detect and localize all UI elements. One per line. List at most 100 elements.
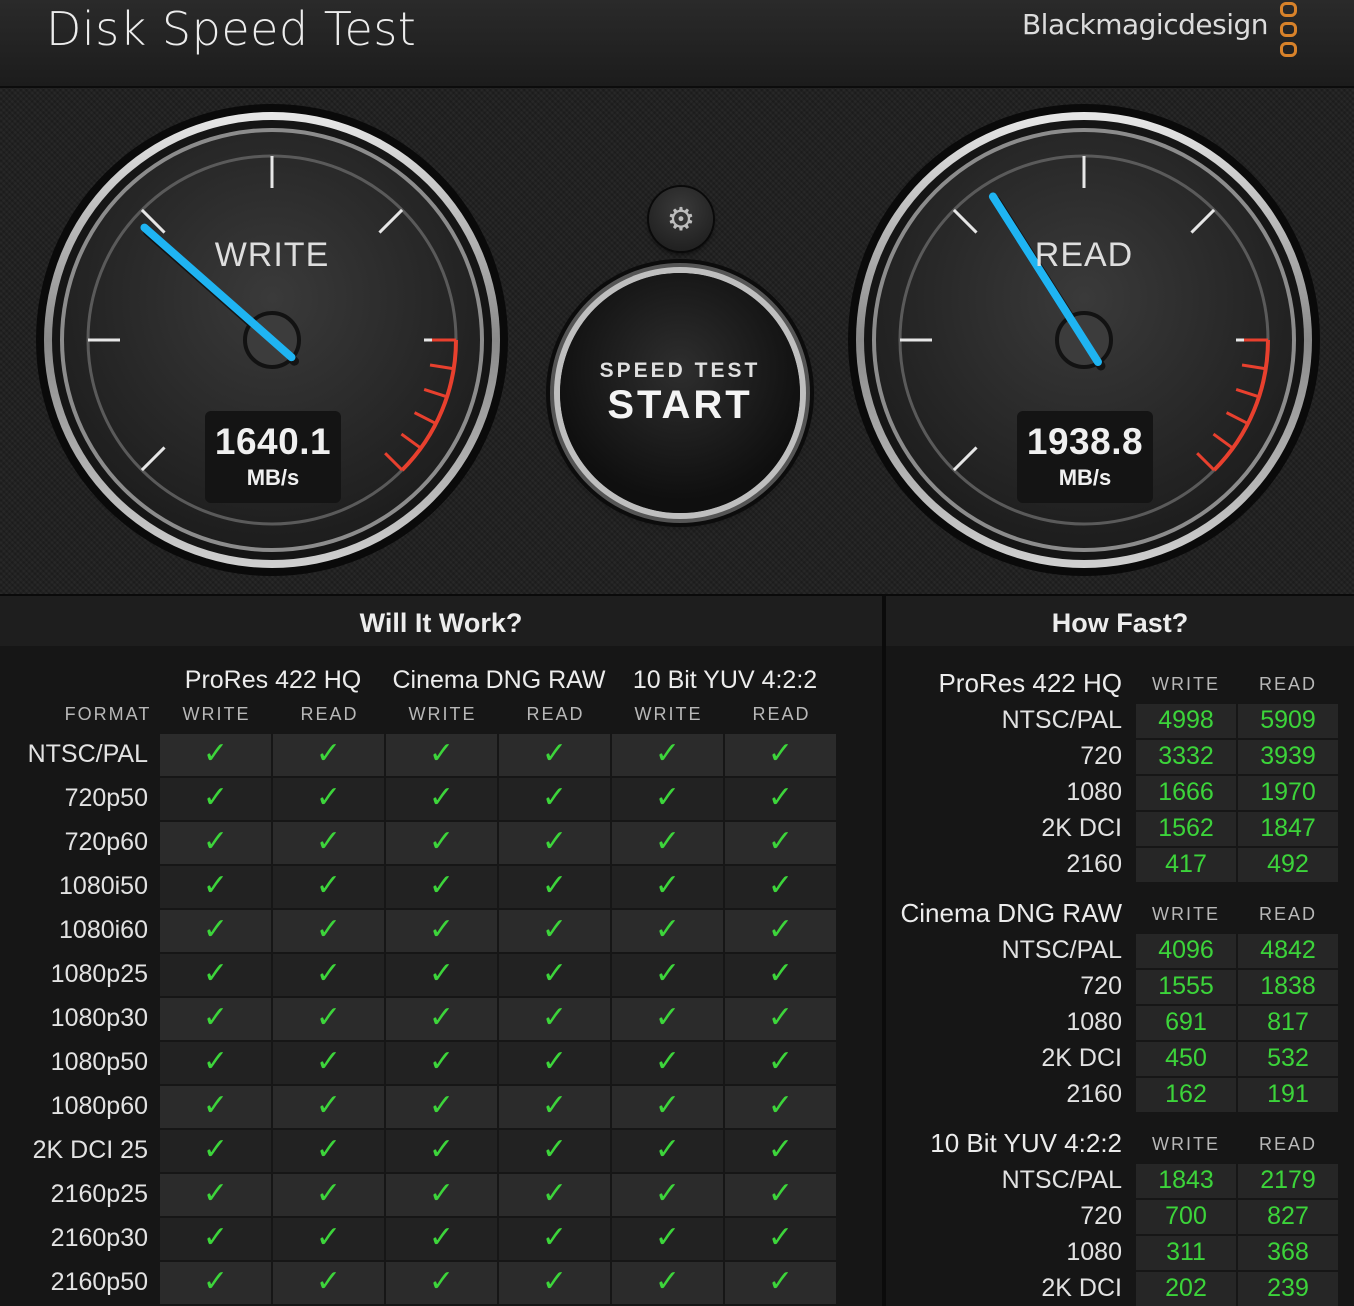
- check-icon: ✓: [767, 1221, 794, 1254]
- settings-button[interactable]: ⚙: [649, 187, 713, 251]
- table-cell: ✓: [612, 1174, 723, 1216]
- check-icon: ✓: [428, 1089, 455, 1122]
- table-cell: ✓: [160, 866, 271, 908]
- read-gauge: [848, 104, 1320, 576]
- format-row-label: 2160p25: [50, 1180, 148, 1208]
- check-icon: ✓: [654, 1045, 681, 1078]
- how-fast-row-label: 1080: [1066, 1238, 1122, 1266]
- check-icon: ✓: [767, 1177, 794, 1210]
- how-fast-read-value: 817: [1267, 1008, 1309, 1036]
- table-cell: ✓: [386, 954, 497, 996]
- write-speed-value: 1640.1: [214, 421, 332, 462]
- table-cell: ✓: [499, 1174, 610, 1216]
- how-fast-table: ProRes 422 HQ WRITE READ NTSC/PAL 4998 5909 72…: [886, 646, 1354, 1306]
- group-title: 10 Bit YUV 4:2:2: [632, 666, 818, 694]
- table-cell: ✓: [612, 1218, 723, 1260]
- table-cell: ✓: [612, 1262, 723, 1304]
- check-icon: ✓: [202, 825, 229, 858]
- group-title: Cinema DNG RAW: [392, 666, 606, 694]
- how-fast-write-value: 4998: [1158, 706, 1214, 734]
- table-cell: ✓: [386, 1218, 497, 1260]
- check-icon: ✓: [202, 869, 229, 902]
- check-icon: ✓: [654, 1133, 681, 1166]
- table-cell: ✓: [612, 1086, 723, 1128]
- check-icon: ✓: [315, 869, 342, 902]
- write-gauge-label: WRITE: [214, 236, 330, 274]
- format-row-label: 2K DCI 25: [32, 1136, 148, 1164]
- how-fast-row-label: 2K DCI: [1041, 1044, 1122, 1072]
- write-column-header: WRITE: [182, 704, 251, 724]
- table-cell: ✓: [160, 1218, 271, 1260]
- table-cell: ✓: [499, 822, 610, 864]
- check-icon: ✓: [428, 1265, 455, 1298]
- check-icon: ✓: [202, 1001, 229, 1034]
- check-icon: ✓: [202, 1133, 229, 1166]
- table-cell: ✓: [612, 778, 723, 820]
- table-cell: ✓: [612, 734, 723, 776]
- table-cell: ✓: [160, 1086, 271, 1128]
- table-cell: ✓: [499, 1130, 610, 1172]
- check-icon: ✓: [428, 781, 455, 814]
- how-fast-write-value: 450: [1165, 1044, 1207, 1072]
- check-icon: ✓: [541, 869, 568, 902]
- how-fast-group-title: 10 Bit YUV 4:2:2: [930, 1128, 1122, 1158]
- how-fast-read-header: READ: [1258, 674, 1317, 694]
- check-icon: ✓: [541, 781, 568, 814]
- brand-name: Blackmagicdesign: [1021, 8, 1269, 41]
- table-cell: ✓: [273, 778, 384, 820]
- check-icon: ✓: [202, 1045, 229, 1078]
- check-icon: ✓: [654, 1001, 681, 1034]
- how-fast-write-header: WRITE: [1152, 1134, 1220, 1154]
- check-icon: ✓: [428, 1177, 455, 1210]
- check-icon: ✓: [654, 825, 681, 858]
- check-icon: ✓: [202, 1221, 229, 1254]
- check-icon: ✓: [315, 781, 342, 814]
- table-cell: ✓: [499, 734, 610, 776]
- blackmagic-logo-icon: [1278, 0, 1304, 64]
- how-fast-read-value: 532: [1267, 1044, 1309, 1072]
- how-fast-read-value: 191: [1267, 1080, 1309, 1108]
- check-icon: ✓: [428, 1045, 455, 1078]
- check-icon: ✓: [428, 957, 455, 990]
- check-icon: ✓: [654, 869, 681, 902]
- how-fast-write-value: 162: [1165, 1080, 1207, 1108]
- check-icon: ✓: [767, 781, 794, 814]
- check-icon: ✓: [315, 1001, 342, 1034]
- write-column-header: WRITE: [634, 704, 703, 724]
- how-fast-row-label: NTSC/PAL: [1001, 936, 1122, 964]
- check-icon: ✓: [541, 1001, 568, 1034]
- table-cell: ✓: [273, 1262, 384, 1304]
- check-icon: ✓: [315, 825, 342, 858]
- table-cell: ✓: [386, 778, 497, 820]
- check-icon: ✓: [202, 1177, 229, 1210]
- write-speed-unit: MB/s: [246, 465, 300, 490]
- check-icon: ✓: [541, 737, 568, 770]
- table-cell: ✓: [273, 1174, 384, 1216]
- table-cell: ✓: [386, 866, 497, 908]
- table-cell: ✓: [725, 954, 836, 996]
- table-cell: ✓: [725, 1130, 836, 1172]
- how-fast-write-value: 4096: [1158, 936, 1214, 964]
- gauge-area: WRITE READ 1640.1 MB/s 1938.8 MB/s ⚙ SPE…: [0, 88, 1354, 596]
- check-icon: ✓: [315, 1221, 342, 1254]
- table-cell: ✓: [499, 1218, 610, 1260]
- check-icon: ✓: [767, 957, 794, 990]
- start-button-label: START: [607, 383, 753, 427]
- table-cell: ✓: [725, 778, 836, 820]
- check-icon: ✓: [428, 825, 455, 858]
- check-icon: ✓: [654, 1221, 681, 1254]
- check-icon: ✓: [654, 781, 681, 814]
- check-icon: ✓: [315, 1133, 342, 1166]
- format-row-label: 1080p50: [50, 1048, 148, 1076]
- check-icon: ✓: [654, 913, 681, 946]
- table-cell: ✓: [386, 1042, 497, 1084]
- check-icon: ✓: [767, 1089, 794, 1122]
- check-icon: ✓: [541, 825, 568, 858]
- start-button[interactable]: SPEED TEST START: [560, 273, 800, 513]
- table-cell: ✓: [499, 1042, 610, 1084]
- start-button-small-label: SPEED TEST: [599, 359, 761, 382]
- check-icon: ✓: [315, 1265, 342, 1298]
- check-icon: ✓: [654, 957, 681, 990]
- how-fast-row-label: 1080: [1066, 1008, 1122, 1036]
- how-fast-row-label: 1080: [1066, 778, 1122, 806]
